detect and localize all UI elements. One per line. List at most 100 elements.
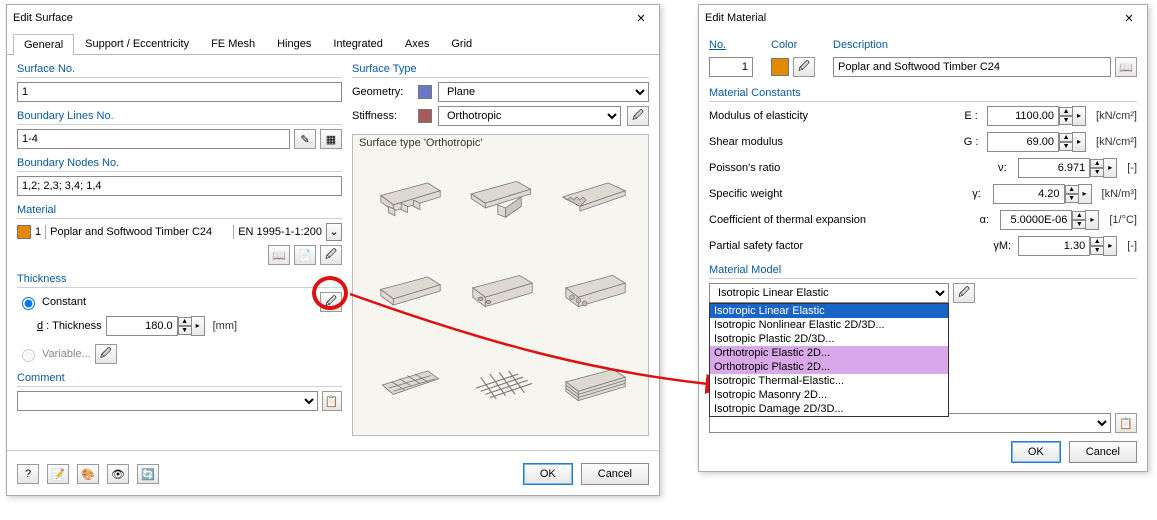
constant-label: Modulus of elasticity xyxy=(709,110,955,122)
model-option[interactable]: Orthotropic Elastic 2D... xyxy=(710,346,948,360)
group-material: Material xyxy=(17,204,342,219)
group-material-constants: Material Constants xyxy=(709,87,1137,102)
select-lines-icon[interactable]: ▦ xyxy=(320,129,342,149)
constant-input[interactable] xyxy=(987,132,1059,152)
material-model-options-list[interactable]: Isotropic Linear Elastic Isotropic Nonli… xyxy=(709,303,949,417)
color-label: Color xyxy=(771,39,815,53)
thickness-variable-edit-icon[interactable]: 🖉 xyxy=(95,344,117,364)
material-constant-row: Poisson's ratioν:▲▼▸[-] xyxy=(709,158,1137,178)
pick-lines-icon[interactable]: ✎ xyxy=(294,129,316,149)
constant-input[interactable] xyxy=(1018,158,1090,178)
tab-general[interactable]: General xyxy=(13,34,74,55)
constant-input[interactable] xyxy=(1018,236,1090,256)
group-boundary-lines: Boundary Lines No. xyxy=(17,110,342,125)
group-surface-no: Surface No. xyxy=(17,63,342,78)
thickness-constant-radio[interactable]: Constant xyxy=(17,294,86,310)
desc-library-icon[interactable]: 📖 xyxy=(1115,57,1137,77)
constant-input[interactable] xyxy=(1000,210,1072,230)
comment-edit-icon[interactable]: 📋 xyxy=(322,391,342,411)
ortho-thumb-solid-slab xyxy=(373,251,443,331)
constant-spinner[interactable]: ▲▼▸ xyxy=(1000,210,1099,230)
material-no-input[interactable] xyxy=(709,57,753,77)
constant-unit: [-] xyxy=(1127,162,1137,174)
material-new-icon[interactable]: 📄 xyxy=(294,245,316,265)
material-constant-row: Coefficient of thermal expansionα:▲▼▸[1/… xyxy=(709,210,1137,230)
model-edit-icon[interactable]: 🖉 xyxy=(953,283,975,303)
model-option[interactable]: Orthotropic Plastic 2D... xyxy=(710,360,948,374)
tab-support[interactable]: Support / Eccentricity xyxy=(74,33,200,54)
secondary-copy-icon[interactable]: 📋 xyxy=(1115,413,1137,433)
model-option[interactable]: Isotropic Masonry 2D... xyxy=(710,388,948,402)
constant-symbol: G : xyxy=(961,136,981,148)
color-pick-icon[interactable]: 🖉 xyxy=(793,57,815,77)
material-index: 1 xyxy=(35,226,41,238)
description-input[interactable] xyxy=(833,57,1111,77)
material-model-dropdown[interactable]: Isotropic Linear Elastic Isotropic Linea… xyxy=(709,283,949,303)
material-dropdown-icon[interactable]: ⌄ xyxy=(326,223,342,241)
colors-icon[interactable]: 🎨 xyxy=(77,464,99,484)
tab-hinges[interactable]: Hinges xyxy=(266,33,322,54)
constant-spinner[interactable]: ▲▼▸ xyxy=(987,132,1086,152)
comment-select[interactable] xyxy=(17,391,318,411)
tab-fe-mesh[interactable]: FE Mesh xyxy=(200,33,266,54)
constant-label: Shear modulus xyxy=(709,136,955,148)
stiffness-select[interactable]: Orthotropic xyxy=(438,106,621,126)
desc-label: Description xyxy=(833,39,1137,53)
tab-axes[interactable]: Axes xyxy=(394,33,440,54)
material-edit-icon[interactable]: 🖉 xyxy=(320,245,342,265)
thickness-edit-icon[interactable]: 🖉 xyxy=(320,292,342,312)
material-name: Poplar and Softwood Timber C24 xyxy=(50,226,229,238)
material-library-icon[interactable]: 📖 xyxy=(268,245,290,265)
model-option[interactable]: Isotropic Linear Elastic xyxy=(710,304,948,318)
boundary-nodes-input[interactable] xyxy=(17,176,342,196)
constant-input[interactable] xyxy=(993,184,1065,204)
constant-spinner[interactable]: ▲▼▸ xyxy=(987,106,1086,126)
view-icon[interactable]: 👁 xyxy=(107,464,129,484)
refresh-icon[interactable]: 🔄 xyxy=(137,464,159,484)
thickness-input[interactable] xyxy=(106,316,178,336)
constant-input[interactable] xyxy=(987,106,1059,126)
cancel-button[interactable]: Cancel xyxy=(581,463,649,485)
ok-button[interactable]: OK xyxy=(523,463,573,485)
group-comment: Comment xyxy=(17,372,342,387)
model-option[interactable]: Isotropic Nonlinear Elastic 2D/3D... xyxy=(710,318,948,332)
model-option[interactable]: Isotropic Damage 2D/3D... xyxy=(710,402,948,416)
notes-icon[interactable]: 📝 xyxy=(47,464,69,484)
help-icon[interactable]: ? xyxy=(17,464,39,484)
model-option[interactable]: Isotropic Plastic 2D/3D... xyxy=(710,332,948,346)
geometry-select[interactable]: Plane xyxy=(438,82,649,102)
constant-symbol: α: xyxy=(974,214,994,226)
stiffness-edit-icon[interactable]: 🖉 xyxy=(627,106,649,126)
ortho-thumb-trapezoid-sheet xyxy=(558,157,628,237)
ortho-thumb-waffle-slab xyxy=(373,345,443,425)
boundary-lines-input[interactable] xyxy=(17,129,290,149)
edit-material-dialog: Edit Material ✕ No. Color 🖉 Description … xyxy=(698,4,1148,472)
material-standard: EN 1995-1-1:200 xyxy=(238,226,322,238)
tab-grid[interactable]: Grid xyxy=(440,33,483,54)
dialog-title: Edit Material xyxy=(705,12,1117,24)
ortho-thumb-clt xyxy=(558,345,628,425)
thickness-spinner[interactable]: ▲▼ ▸ xyxy=(106,316,205,336)
constant-spinner[interactable]: ▲▼▸ xyxy=(1018,158,1117,178)
surface-no-input[interactable] xyxy=(17,82,342,102)
model-option[interactable]: Isotropic Thermal-Elastic... xyxy=(710,374,948,388)
close-icon[interactable]: ✕ xyxy=(629,12,653,25)
constant-spinner[interactable]: ▲▼▸ xyxy=(993,184,1092,204)
close-icon[interactable]: ✕ xyxy=(1117,12,1141,25)
constant-label: Specific weight xyxy=(709,188,961,200)
constant-spinner[interactable]: ▲▼▸ xyxy=(1018,236,1117,256)
tab-integrated[interactable]: Integrated xyxy=(322,33,394,54)
color-swatch[interactable] xyxy=(771,58,789,76)
group-surface-type: Surface Type xyxy=(352,63,649,78)
constant-label: Poisson's ratio xyxy=(709,162,986,174)
material-constant-row: Modulus of elasticityE :▲▼▸[kN/cm²] xyxy=(709,106,1137,126)
constant-symbol: E : xyxy=(961,110,981,122)
ortho-thumb-grillage xyxy=(465,345,535,425)
thickness-variable-radio[interactable]: Variable... xyxy=(17,346,91,362)
titlebar[interactable]: Edit Surface ✕ xyxy=(7,5,659,31)
ok-button[interactable]: OK xyxy=(1011,441,1061,463)
preview-caption: Surface type 'Orthotropic' xyxy=(359,137,482,149)
ortho-thumb-hollow-core xyxy=(558,251,628,331)
titlebar[interactable]: Edit Material ✕ xyxy=(699,5,1147,31)
cancel-button[interactable]: Cancel xyxy=(1069,441,1137,463)
